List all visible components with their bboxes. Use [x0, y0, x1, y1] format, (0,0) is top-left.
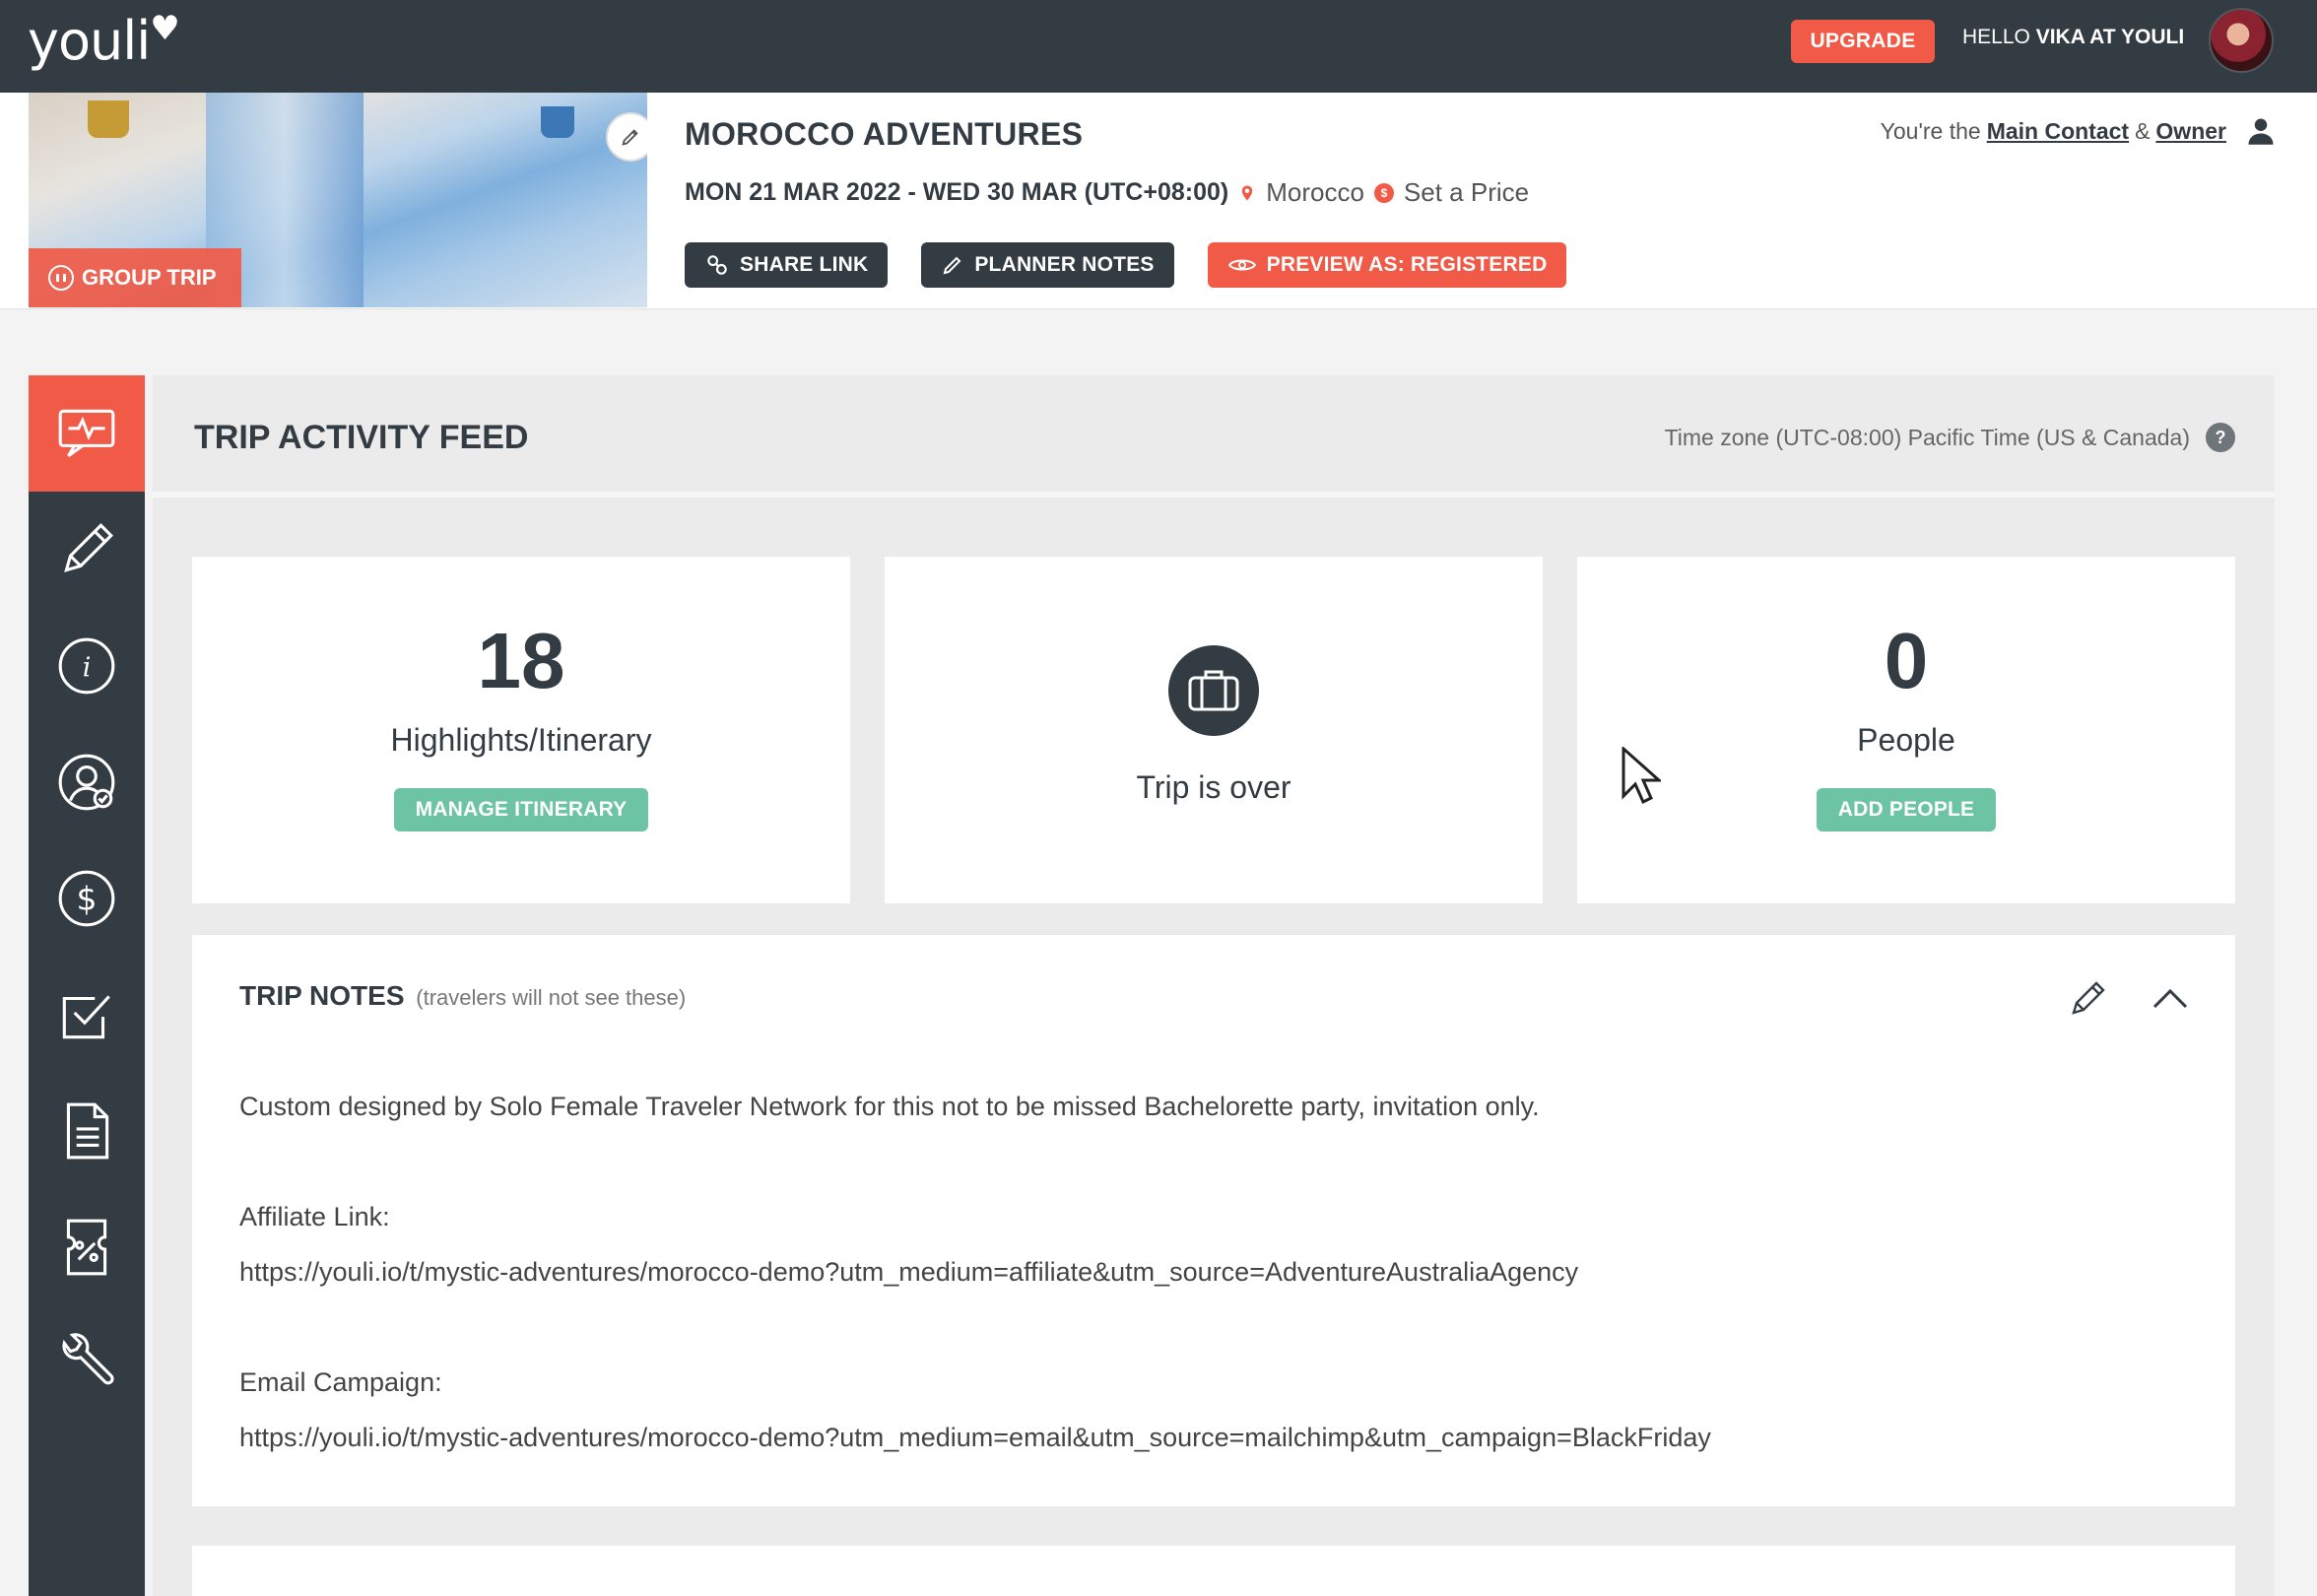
trip-header: GROUP TRIP MOROCCO ADVENTURES MON 21 MAR…	[0, 93, 2317, 309]
coupon-icon	[66, 1219, 107, 1276]
sidebar-item-documents[interactable]	[29, 1073, 145, 1189]
notes-description: Custom designed by Solo Female Traveler …	[239, 1092, 1540, 1121]
trip-dates[interactable]: MON 21 MAR 2022 - WED 30 MAR (UTC+08:00)	[685, 178, 1228, 207]
itinerary-count: 18	[477, 617, 565, 704]
info-icon: i	[58, 637, 115, 695]
affiliate-url[interactable]: https://youli.io/t/mystic-adventures/mor…	[239, 1244, 2190, 1299]
sidebar-item-coupons[interactable]	[29, 1189, 145, 1305]
svg-text:$: $	[77, 879, 98, 917]
location-pin-icon	[1241, 185, 1253, 200]
top-bar: youli♥ UPGRADE HELLO VIKA AT YOULI	[0, 0, 2317, 93]
itinerary-card: 18 Highlights/Itinerary MANAGE ITINERARY	[192, 557, 850, 903]
sidebar-item-settings[interactable]	[29, 1305, 145, 1422]
link-icon	[707, 255, 727, 275]
sidebar-item-payments[interactable]: $	[29, 840, 145, 957]
manage-itinerary-button[interactable]: MANAGE ITINERARY	[393, 788, 649, 831]
trip-notes-card: TRIP NOTES (travelers will not see these…	[192, 935, 2235, 1506]
wrench-icon	[62, 1333, 114, 1385]
set-price-link[interactable]: Set a Price	[1404, 177, 1529, 208]
balloon-icon: ♥	[150, 9, 180, 48]
group-trip-badge: GROUP TRIP	[29, 248, 241, 307]
eye-icon	[1227, 259, 1256, 271]
trip-meta: MON 21 MAR 2022 - WED 30 MAR (UTC+08:00)…	[685, 177, 1529, 208]
help-icon[interactable]: ?	[2206, 423, 2235, 452]
add-people-button[interactable]: ADD PEOPLE	[1816, 788, 1997, 831]
email-campaign-url[interactable]: https://youli.io/t/mystic-adventures/mor…	[239, 1410, 2190, 1465]
sidebar-item-activity-feed[interactable]	[29, 375, 145, 492]
sidebar-item-tasks[interactable]	[29, 957, 145, 1073]
pencil-icon	[622, 129, 638, 146]
user-icon	[2248, 118, 2274, 145]
group-icon	[48, 265, 74, 291]
activity-feed-icon	[58, 409, 115, 457]
user-check-icon	[58, 754, 115, 811]
trip-location[interactable]: Morocco	[1266, 177, 1364, 208]
sidebar: i $	[29, 375, 145, 1596]
user-greeting[interactable]: HELLO VIKA AT YOULI	[1962, 26, 2184, 49]
preview-as-button[interactable]: PREVIEW AS: REGISTERED	[1207, 242, 1567, 288]
notes-tools	[2068, 978, 2190, 1018]
email-campaign-label: Email Campaign:	[239, 1367, 442, 1397]
suitcase-icon	[1168, 645, 1259, 736]
next-card	[192, 1546, 2235, 1596]
pencil-icon	[64, 523, 113, 572]
role-line: You're the Main Contact & Owner	[1881, 116, 2276, 146]
upgrade-button[interactable]: UPGRADE	[1791, 20, 1935, 63]
svg-text:i: i	[83, 652, 92, 683]
affiliate-label: Affiliate Link:	[239, 1202, 390, 1231]
itinerary-label: Highlights/Itinerary	[390, 722, 652, 758]
sidebar-item-people[interactable]	[29, 724, 145, 840]
trip-cover-image: GROUP TRIP	[29, 93, 647, 307]
people-card: 0 People ADD PEOPLE	[1577, 557, 2235, 903]
feed-header: TRIP ACTIVITY FEED Time zone (UTC-08:00)…	[153, 375, 2275, 498]
dollar-icon: $	[58, 870, 115, 927]
people-label: People	[1857, 722, 1955, 758]
page-title: TRIP ACTIVITY FEED	[194, 419, 529, 456]
edit-notes-icon[interactable]	[2068, 978, 2107, 1018]
people-count: 0	[1884, 617, 1929, 704]
avatar[interactable]	[2209, 8, 2274, 73]
trip-title: MOROCCO ADVENTURES	[685, 116, 1084, 152]
trip-actions: SHARE LINK PLANNER NOTES PREVIEW AS: REG…	[685, 242, 1567, 288]
youli-logo[interactable]: youli♥	[28, 9, 180, 72]
edit-cover-button[interactable]	[606, 112, 647, 162]
pencil-icon	[943, 256, 961, 275]
mouse-cursor-icon	[1622, 747, 1661, 805]
checkbox-icon	[62, 995, 110, 1039]
main-panel: TRIP ACTIVITY FEED Time zone (UTC-08:00)…	[153, 375, 2275, 1596]
trip-status-card: Trip is over	[885, 557, 1543, 903]
owner-link[interactable]: Owner	[2155, 118, 2226, 145]
trip-status-label: Trip is over	[1136, 769, 1291, 805]
timezone-info: Time zone (UTC-08:00) Pacific Time (US &…	[1665, 423, 2235, 452]
chevron-up-icon[interactable]	[2151, 983, 2190, 1013]
share-link-button[interactable]: SHARE LINK	[685, 242, 889, 288]
sidebar-item-info[interactable]: i	[29, 608, 145, 724]
trip-notes-body: Custom designed by Solo Female Traveler …	[239, 1079, 2190, 1465]
document-icon	[66, 1102, 109, 1160]
main-contact-link[interactable]: Main Contact	[1987, 118, 2129, 145]
planner-notes-button[interactable]: PLANNER NOTES	[921, 242, 1174, 288]
price-icon: $	[1373, 182, 1394, 203]
sidebar-item-edit[interactable]	[29, 492, 145, 608]
trip-notes-title: TRIP NOTES (travelers will not see these…	[239, 980, 687, 1011]
